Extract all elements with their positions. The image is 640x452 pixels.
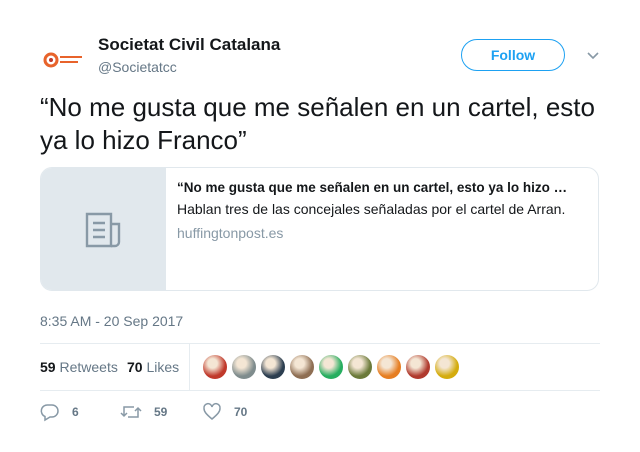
stats-divider bbox=[189, 344, 190, 390]
tweet-timestamp[interactable]: 8:35 AM - 20 Sep 2017 bbox=[40, 313, 183, 329]
account-avatar[interactable] bbox=[40, 36, 88, 84]
liker-avatar-2[interactable] bbox=[231, 354, 257, 380]
account-handle[interactable]: @Societatcc bbox=[98, 59, 177, 75]
liker-avatar-7[interactable] bbox=[376, 354, 402, 380]
retweets-count: 59 bbox=[40, 359, 56, 375]
like-count: 70 bbox=[234, 405, 248, 419]
follow-button[interactable]: Follow bbox=[461, 39, 565, 71]
liker-avatar-9[interactable] bbox=[434, 354, 460, 380]
tweet-stats: 59 Retweets 70 Likes bbox=[40, 343, 600, 391]
card-body: “No me gusta que me señalen en un cartel… bbox=[177, 180, 587, 241]
logo-icon bbox=[43, 52, 82, 68]
liker-avatar-6[interactable] bbox=[347, 354, 373, 380]
reply-count: 6 bbox=[72, 405, 79, 419]
document-icon bbox=[85, 212, 121, 248]
link-card[interactable]: “No me gusta que me señalen en un cartel… bbox=[40, 167, 599, 291]
retweets-label: Retweets bbox=[59, 359, 118, 375]
liker-avatar-8[interactable] bbox=[405, 354, 431, 380]
card-description: Hablan tres de las concejales señaladas … bbox=[177, 201, 566, 217]
retweet-count: 59 bbox=[154, 405, 168, 419]
tweet-header: Societat Civil Catalana @Societatcc Foll… bbox=[40, 32, 601, 84]
card-title[interactable]: “No me gusta que me señalen en un cartel… bbox=[177, 180, 587, 195]
likes-label: Likes bbox=[146, 359, 180, 375]
tweet-actions: 6 59 70 bbox=[40, 400, 600, 424]
retweet-icon bbox=[120, 406, 142, 418]
likes-count: 70 bbox=[127, 359, 143, 375]
card-image bbox=[41, 168, 166, 290]
like-button[interactable]: 70 bbox=[202, 402, 247, 422]
liker-avatar-4[interactable] bbox=[289, 354, 315, 380]
likes-stat[interactable]: 70 Likes bbox=[127, 359, 179, 375]
chevron-down-icon[interactable] bbox=[585, 47, 601, 63]
heart-icon bbox=[203, 403, 221, 420]
retweet-button[interactable]: 59 bbox=[120, 402, 167, 422]
reply-button[interactable]: 6 bbox=[40, 402, 79, 422]
liker-avatar-1[interactable] bbox=[202, 354, 228, 380]
card-domain[interactable]: huffingtonpost.es bbox=[177, 225, 587, 241]
reply-icon bbox=[40, 404, 59, 422]
retweets-stat[interactable]: 59 Retweets bbox=[40, 359, 118, 375]
tweet-text: “No me gusta que me señalen en un cartel… bbox=[40, 92, 595, 155]
liker-avatar-3[interactable] bbox=[260, 354, 286, 380]
liker-avatar-5[interactable] bbox=[318, 354, 344, 380]
account-name[interactable]: Societat Civil Catalana bbox=[98, 35, 280, 55]
